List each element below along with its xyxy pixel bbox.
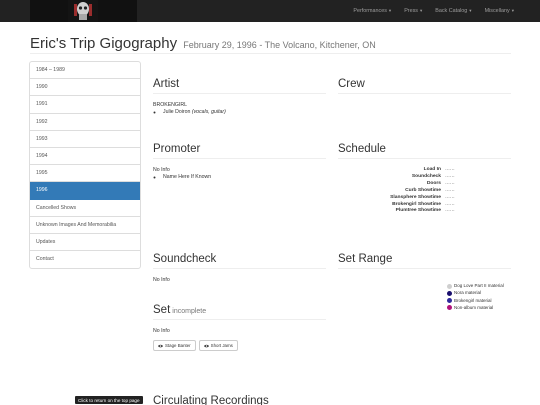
short-jams-button[interactable]: Short Jams <box>198 340 238 351</box>
set-range-legend: Dog Love Part II material Nora material … <box>447 283 514 312</box>
schedule-table: Load In…… Soundcheck…… Doors…… Curb Show… <box>338 167 511 215</box>
schedule-heading: Schedule <box>338 143 511 159</box>
title-divider <box>30 53 511 54</box>
nav-item-miscellany[interactable]: Miscellany ▾ <box>485 8 514 14</box>
sidebar-item-1995[interactable]: 1995 <box>30 165 140 183</box>
schedule-row: Plumtree Showtime…… <box>395 208 455 214</box>
schedule-row: Soundcheck…… <box>411 173 455 179</box>
artist-section: Artist BROKENGIRL Julie Doiron (vocals, … <box>153 78 326 116</box>
set-value: No Info <box>153 328 170 334</box>
schedule-row: Slansphere Showtime…… <box>390 194 455 200</box>
set-range-heading: Set Range <box>338 253 511 269</box>
set-section: Set incomplete No Info Stage Banter Short… <box>153 304 326 351</box>
soundcheck-value: No Info <box>153 277 170 283</box>
page-title: Eric's Trip Gigography February 29, 1996… <box>30 35 376 52</box>
chevron-down-icon: ▾ <box>469 8 472 13</box>
sidebar-item-updates[interactable]: Updates <box>30 234 140 252</box>
sidebar-item-1996[interactable]: 1996 <box>30 182 140 200</box>
soundcheck-section: Soundcheck No Info <box>153 253 326 284</box>
legend-item: Non-album material <box>447 305 514 311</box>
sidebar-item-1990[interactable]: 1990 <box>30 79 140 97</box>
artist-heading: Artist <box>153 78 326 94</box>
sidebar-item-1992[interactable]: 1992 <box>30 114 140 131</box>
nav-menu: Performances ▾ Press ▾ Back Catalog ▾ Misce… <box>353 0 514 22</box>
sidebar-item-unknown-images[interactable]: Unknown Images And Memorabilia <box>30 217 140 234</box>
brand-logo[interactable] <box>30 0 137 22</box>
sidebar-item-1984-1989[interactable]: 1984 – 1989 <box>30 62 140 80</box>
stage-banter-button[interactable]: Stage Banter <box>153 340 196 351</box>
promoter-heading: Promoter <box>153 143 326 159</box>
member-item: Julie Doiron (vocals, guitar) <box>163 109 326 116</box>
circulating-recordings-heading: Circulating Recordings <box>153 395 269 405</box>
legend-dot <box>447 290 452 296</box>
sidebar-item-cancelled-shows[interactable]: Cancelled Shows <box>30 200 140 217</box>
nav-item-performances[interactable]: Performances ▾ <box>353 8 391 14</box>
promoter-section: Promoter No Info Name Here If Known <box>153 143 326 181</box>
crew-section: Crew <box>338 78 511 94</box>
promoter-item: Name Here If Known <box>163 174 326 181</box>
sidebar-item-1991[interactable]: 1991 <box>30 96 140 114</box>
set-buttons: Stage Banter Short Jams <box>153 340 326 351</box>
schedule-row: Curb Showtime…… <box>405 187 455 193</box>
soundcheck-heading: Soundcheck <box>153 253 326 269</box>
legend-item: Brokengirl material <box>447 298 514 304</box>
set-heading: Set incomplete <box>153 304 326 320</box>
set-range-section: Set Range <box>338 253 511 269</box>
artist-name: BROKENGIRL <box>153 102 188 108</box>
chevron-down-icon: ▾ <box>419 8 423 13</box>
set-status: incomplete <box>172 308 207 315</box>
nav-item-back-catalog[interactable]: Back Catalog ▾ <box>435 8 471 14</box>
promoter-value: No Info <box>153 167 170 173</box>
promoter-list: Name Here If Known <box>163 174 326 181</box>
chevron-down-icon: ▾ <box>388 8 392 13</box>
year-sidebar: 1984 – 1989 1990 1991 1992 1993 1994 199… <box>29 61 141 270</box>
schedule-row: Load In…… <box>423 167 455 172</box>
page-subtitle: February 29, 1996 - The Volcano, Kitchen… <box>183 40 376 50</box>
eye-icon <box>158 344 163 347</box>
sidebar-item-1994[interactable]: 1994 <box>30 148 140 166</box>
crew-heading: Crew <box>338 78 511 94</box>
schedule-row: Doors…… <box>426 180 455 186</box>
navbar: Performances ▾ Press ▾ Back Catalog ▾ Misce… <box>0 0 540 22</box>
sidebar-item-contact[interactable]: Contact <box>30 251 140 268</box>
artist-members: Julie Doiron (vocals, guitar) <box>163 109 326 116</box>
eye-icon <box>203 344 209 347</box>
chevron-down-icon: ▾ <box>511 8 514 13</box>
skull-logo-icon <box>68 0 98 22</box>
legend-item: Nora material <box>447 290 514 296</box>
legend-dot <box>447 298 452 304</box>
legend-dot <box>447 305 452 311</box>
legend-item: Dog Love Part II material <box>447 283 514 289</box>
nav-item-press[interactable]: Press ▾ <box>404 8 422 14</box>
schedule-section: Schedule Load In…… Soundcheck…… Doors…… … <box>338 143 511 215</box>
back-to-top-link[interactable]: Click to return on the top page <box>75 396 143 404</box>
sidebar-item-1993[interactable]: 1993 <box>30 131 140 148</box>
legend-dot <box>447 283 452 289</box>
